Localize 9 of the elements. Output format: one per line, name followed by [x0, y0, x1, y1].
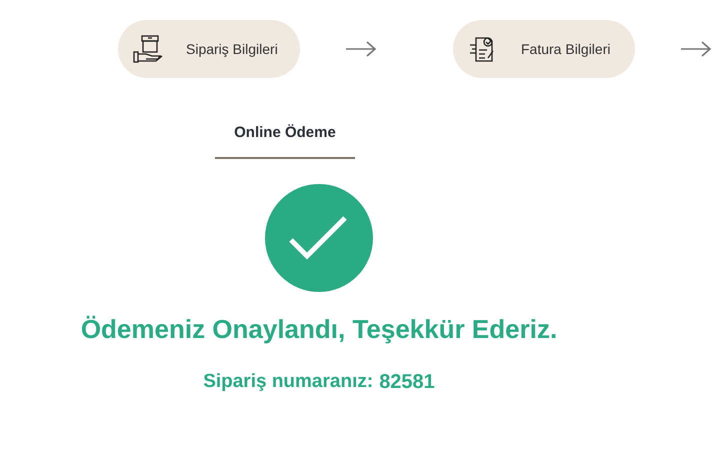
step-pill[interactable]: Fatura Bilgileri — [453, 20, 635, 78]
confirmation-heading: Ödemeniz Onaylandı, Teşekkür Ederiz. — [80, 314, 558, 345]
tab[interactable]: Online Ödeme — [215, 118, 355, 159]
box-hand-icon — [132, 34, 164, 64]
arrow-right-icon — [680, 41, 712, 57]
order-number-label: Sipariş numaranız: — [203, 371, 374, 394]
step-pill[interactable]: Sipariş Bilgileri — [118, 20, 300, 78]
order-number: 82581 — [379, 371, 435, 394]
arrow-right-icon — [345, 41, 377, 57]
